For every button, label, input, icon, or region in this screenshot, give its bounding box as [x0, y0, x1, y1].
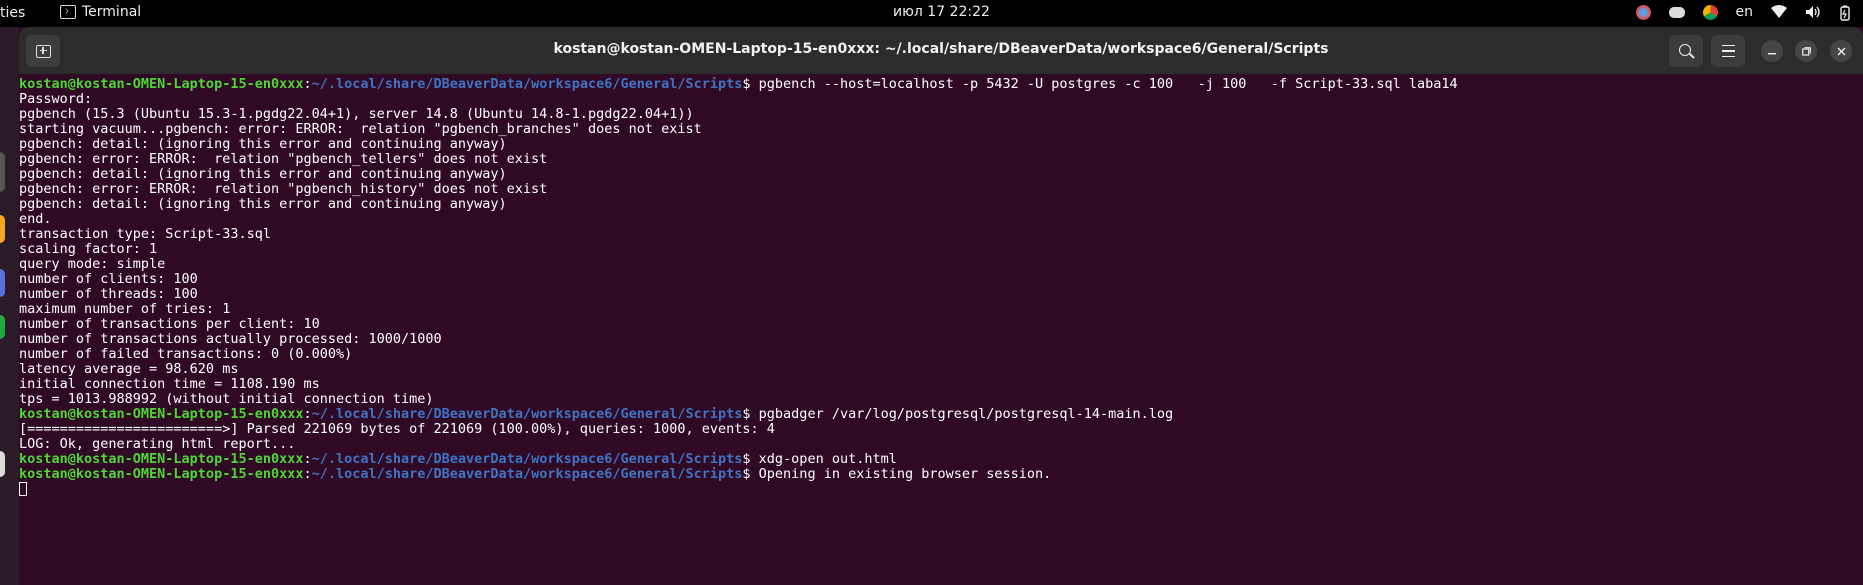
search-button[interactable]: [1669, 35, 1703, 67]
discord-icon[interactable]: [1668, 6, 1685, 18]
search-icon: [1678, 43, 1691, 56]
menu-button[interactable]: [1711, 35, 1745, 67]
minimize-icon: [1768, 53, 1776, 55]
output-line: scaling factor: 1: [19, 241, 158, 257]
prompt-user: kostan@kostan-OMEN-Laptop-15-en0xxx: [19, 466, 304, 482]
minimize-button[interactable]: [1761, 40, 1783, 62]
close-icon: [1837, 47, 1845, 55]
output-line: latency average = 98.620 ms: [19, 361, 239, 377]
output-line: Password:: [19, 91, 93, 107]
prompt-separator: :: [303, 77, 312, 92]
output-line: number of threads: 100: [19, 286, 198, 302]
prompt-user: kostan@kostan-OMEN-Laptop-15-en0xxx: [19, 451, 304, 467]
clock[interactable]: июл 17 22:22: [893, 4, 990, 20]
output-line: number of transactions per client: 10: [19, 316, 320, 332]
prompt-line: kostan@kostan-OMEN-Laptop-15-en0xxx:~/.l…: [19, 467, 1863, 482]
output-line: [========================>] Parsed 22106…: [19, 421, 775, 437]
output-line: pgbench: detail: (ignoring this error an…: [19, 136, 507, 152]
prompt-user: kostan@kostan-OMEN-Laptop-15-en0xxx: [19, 77, 304, 92]
app-indicator-icon[interactable]: [1635, 4, 1651, 20]
prompt-user: kostan@kostan-OMEN-Laptop-15-en0xxx: [19, 406, 304, 422]
prompt-path: ~/.local/share/DBeaverData/workspace6/Ge…: [311, 451, 743, 467]
output-line: end.: [19, 211, 52, 227]
text-cursor: [19, 482, 27, 496]
maximize-button[interactable]: [1795, 40, 1817, 62]
prompt-path: ~/.local/share/DBeaverData/workspace6/Ge…: [311, 77, 743, 92]
maximize-icon: [1801, 46, 1811, 56]
app-menu[interactable]: Terminal: [60, 4, 141, 20]
chrome-icon[interactable]: [1702, 4, 1718, 20]
keyboard-layout-indicator[interactable]: en: [1736, 4, 1754, 20]
output-line: tps = 1013.988992 (without initial conne…: [19, 391, 434, 407]
prompt-line: kostan@kostan-OMEN-Laptop-15-en0xxx:~/.l…: [19, 77, 1863, 92]
window-titlebar[interactable]: kostan@kostan-OMEN-Laptop-15-en0xxx: ~/.…: [19, 27, 1863, 74]
prompt-separator: :: [303, 451, 312, 467]
output-line: query mode: simple: [19, 256, 166, 272]
dock: [0, 27, 19, 585]
prompt-line: kostan@kostan-OMEN-Laptop-15-en0xxx:~/.l…: [19, 407, 1863, 422]
output-line: pgbench (15.3 (Ubuntu 15.3-1.pgdg22.04+1…: [19, 106, 694, 122]
terminal-output[interactable]: kostan@kostan-OMEN-Laptop-15-en0xxx:~/.l…: [19, 77, 1863, 585]
output-line: pgbench: error: ERROR: relation "pgbench…: [19, 181, 548, 197]
output-line: pgbench: error: ERROR: relation "pgbench…: [19, 151, 548, 167]
dock-app-icon[interactable]: [0, 269, 5, 297]
prompt-symbol: $: [742, 406, 759, 422]
dock-app-icon[interactable]: [0, 215, 5, 243]
output-line: number of transactions actually processe…: [19, 331, 442, 347]
prompt-separator: :: [303, 406, 312, 422]
prompt-symbol: $: [742, 451, 759, 467]
output-line: transaction type: Script-33.sql: [19, 226, 271, 242]
menu-icon: [1721, 45, 1735, 57]
output-line: initial connection time = 1108.190 ms: [19, 376, 320, 392]
prompt-path: ~/.local/share/DBeaverData/workspace6/Ge…: [311, 406, 743, 422]
output-line: number of clients: 100: [19, 271, 198, 287]
dock-app-icon[interactable]: [0, 152, 5, 192]
volume-icon[interactable]: [1805, 5, 1821, 19]
prompt-symbol: $: [742, 466, 759, 482]
output-line: starting vacuum...pgbench: error: ERROR:…: [19, 121, 702, 137]
command-text: pgbench --host=localhost -p 5432 -U post…: [758, 77, 1458, 92]
window-title: kostan@kostan-OMEN-Laptop-15-en0xxx: ~/.…: [553, 41, 1329, 57]
output-line: pgbench: detail: (ignoring this error an…: [19, 196, 507, 212]
system-top-bar: ties Terminal июл 17 22:22 en: [0, 0, 1863, 27]
app-name: Terminal: [82, 4, 142, 20]
prompt-separator: :: [303, 466, 312, 482]
wifi-icon[interactable]: [1771, 5, 1787, 19]
cursor-line: [19, 482, 1863, 497]
command-text: Opening in existing browser session.: [758, 466, 1052, 482]
prompt-symbol: $: [742, 77, 759, 92]
output-line: LOG: Ok, generating html report...: [19, 436, 296, 452]
command-text: pgbadger /var/log/postgresql/postgresql-…: [758, 406, 1174, 422]
output-line: maximum number of tries: 1: [19, 301, 231, 317]
command-text: xdg-open out.html: [758, 451, 897, 467]
output-line: number of failed transactions: 0 (0.000%…: [19, 346, 353, 362]
prompt-path: ~/.local/share/DBeaverData/workspace6/Ge…: [311, 466, 743, 482]
system-tray: en: [1635, 4, 1856, 21]
output-line: pgbench: detail: (ignoring this error an…: [19, 166, 507, 182]
close-button[interactable]: [1830, 40, 1852, 62]
dock-app-icon[interactable]: [0, 451, 5, 477]
dock-app-icon[interactable]: [0, 315, 5, 339]
terminal-icon: [60, 5, 76, 19]
terminal-window: kostan@kostan-OMEN-Laptop-15-en0xxx: ~/.…: [19, 27, 1863, 585]
activities-button[interactable]: ties: [0, 5, 25, 21]
battery-icon[interactable]: [1839, 5, 1855, 21]
prompt-line: kostan@kostan-OMEN-Laptop-15-en0xxx:~/.l…: [19, 452, 1863, 467]
